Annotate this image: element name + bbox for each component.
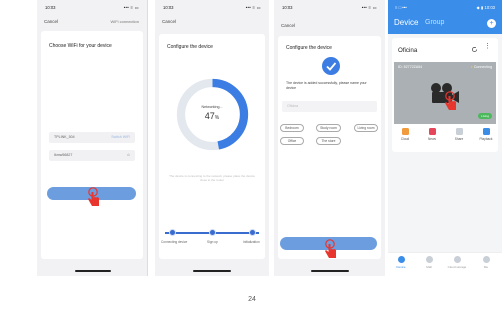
status-icons: ••• ≡ ▭ — [123, 5, 139, 10]
device-name: Oficina — [398, 47, 418, 54]
step-label-3: Initialization — [243, 240, 260, 244]
bottom-tab-me[interactable]: Me — [476, 256, 496, 269]
cancel-button[interactable]: Cancel — [281, 23, 295, 28]
chip-study-room[interactable]: Study room — [316, 124, 341, 132]
wifi-card: Choose WiFi for your device TPLINK_504 S… — [41, 31, 143, 259]
chip-bedroom[interactable]: Bedroom — [280, 124, 304, 132]
more-icon[interactable]: ⋮ — [484, 43, 491, 50]
chip-living-room[interactable]: Living room — [354, 124, 378, 132]
tap-hand-icon — [325, 239, 336, 258]
page-title: Choose WiFi for your device — [49, 43, 112, 49]
cloud-button[interactable]: Cloud — [394, 128, 416, 141]
news-button[interactable]: News — [421, 128, 443, 141]
switch-wifi-link[interactable]: Switch WiFi — [111, 135, 130, 139]
home-indicator — [311, 270, 349, 272]
status-bar: 10:03 ••• ≡ ▭ — [155, 0, 269, 16]
step-label-2: Sign up — [207, 240, 218, 244]
device-name-input[interactable]: Oficina — [282, 101, 377, 112]
cloud-tab-icon — [453, 256, 461, 263]
cloud-icon — [401, 128, 409, 135]
page-title: Configure the device — [286, 45, 332, 51]
success-message: The device is added successfully, please… — [286, 81, 367, 90]
device-card[interactable]: Oficina ⋮ ID: 52772ZA54 ● Connecting Liv… — [392, 38, 498, 152]
step-dot-1 — [169, 229, 176, 236]
news-icon — [428, 128, 436, 135]
live-badge: Living — [478, 113, 492, 119]
video-preview[interactable]: ID: 52772ZA54 ● Connecting Living — [394, 62, 496, 124]
status-icons: ••• ≡ ▭ — [245, 5, 261, 10]
refresh-icon[interactable] — [471, 46, 478, 53]
screen-choose-wifi: 10:03 ••• ≡ ▭ Cancel WiFi connection Cho… — [37, 0, 148, 276]
add-device-button[interactable]: + — [487, 19, 496, 28]
wifi-ssid-field[interactable]: TPLINK_504 Switch WiFi — [49, 132, 135, 143]
connection-status: ● Connecting — [470, 65, 492, 69]
status-right: ◆ ▮ 10:03 — [476, 5, 495, 10]
tap-hand-icon — [88, 187, 99, 206]
playback-button[interactable]: Playback — [475, 128, 497, 141]
show-password-icon[interactable]: ⊙ — [127, 153, 130, 157]
wifi-ssid-value: TPLINK_504 — [54, 135, 75, 139]
screen-name-device: 10:03 ••• ≡ ▭ Cancel Configure the devic… — [274, 0, 385, 276]
app-header: ≡ □ ••• ◆ ▮ 10:03 Device Group + — [388, 0, 502, 34]
step-dot-2 — [209, 229, 216, 236]
status-time: 10:03 — [45, 5, 56, 10]
tap-hand-icon — [445, 91, 456, 110]
wifi-password-field[interactable]: Ikmw56827 ⊙ — [49, 150, 135, 161]
status-time: 10:03 — [282, 5, 293, 10]
progress-percent: 47% — [204, 111, 220, 121]
mall-tab-icon — [425, 256, 433, 263]
home-indicator — [75, 270, 111, 272]
wifi-password-value: Ikmw56827 — [54, 153, 73, 157]
cancel-button[interactable]: Cancel — [44, 19, 58, 24]
bottom-tab-cloud-storage[interactable]: Cloud storage — [447, 256, 467, 269]
status-icons: ••• ≡ ▭ — [361, 5, 377, 10]
me-tab-icon — [482, 256, 490, 263]
manual-page: 10:03 ••• ≡ ▭ Cancel WiFi connection Cho… — [0, 0, 504, 309]
screen-device-list: ≡ □ ••• ◆ ▮ 10:03 Device Group + Oficina… — [388, 0, 502, 276]
success-check-icon — [322, 57, 340, 75]
status-bar: 10:03 ••• ≡ ▭ — [274, 0, 385, 16]
chip-office[interactable]: Office — [280, 137, 304, 145]
connecting-hint: The device is connecting to the network,… — [169, 174, 255, 182]
page-title: Configure the device — [167, 44, 213, 50]
status-time: 10:03 — [163, 5, 174, 10]
playback-icon — [482, 128, 490, 135]
screen-configure-progress: 10:03 ••• ≡ ▭ Cancel Configure the devic… — [155, 0, 269, 276]
tab-group[interactable]: Group — [425, 19, 444, 26]
page-number: 24 — [248, 296, 256, 303]
bottom-tab-bar: Device Mall Cloud storage Me — [388, 252, 502, 276]
status-left: ≡ □ ••• — [395, 5, 407, 10]
bottom-tab-device[interactable]: Device — [391, 256, 411, 269]
home-indicator — [193, 270, 231, 272]
chip-the-store[interactable]: The store — [316, 137, 341, 145]
camera-tab-icon — [397, 256, 405, 263]
device-id: ID: 52772ZA54 — [398, 65, 423, 69]
tab-device[interactable]: Device — [394, 18, 418, 27]
share-icon — [455, 128, 463, 135]
status-bar: 10:03 ••• ≡ ▭ — [37, 0, 147, 16]
share-button[interactable]: Share — [448, 128, 470, 141]
nav-wifi-connection: WiFi connection — [110, 19, 139, 24]
step-dot-3 — [249, 229, 256, 236]
step-label-1: Connecting device — [161, 240, 188, 244]
cancel-button[interactable]: Cancel — [162, 19, 176, 24]
bottom-tab-mall[interactable]: Mall — [419, 256, 439, 269]
networking-caption: Networking... — [201, 105, 223, 109]
